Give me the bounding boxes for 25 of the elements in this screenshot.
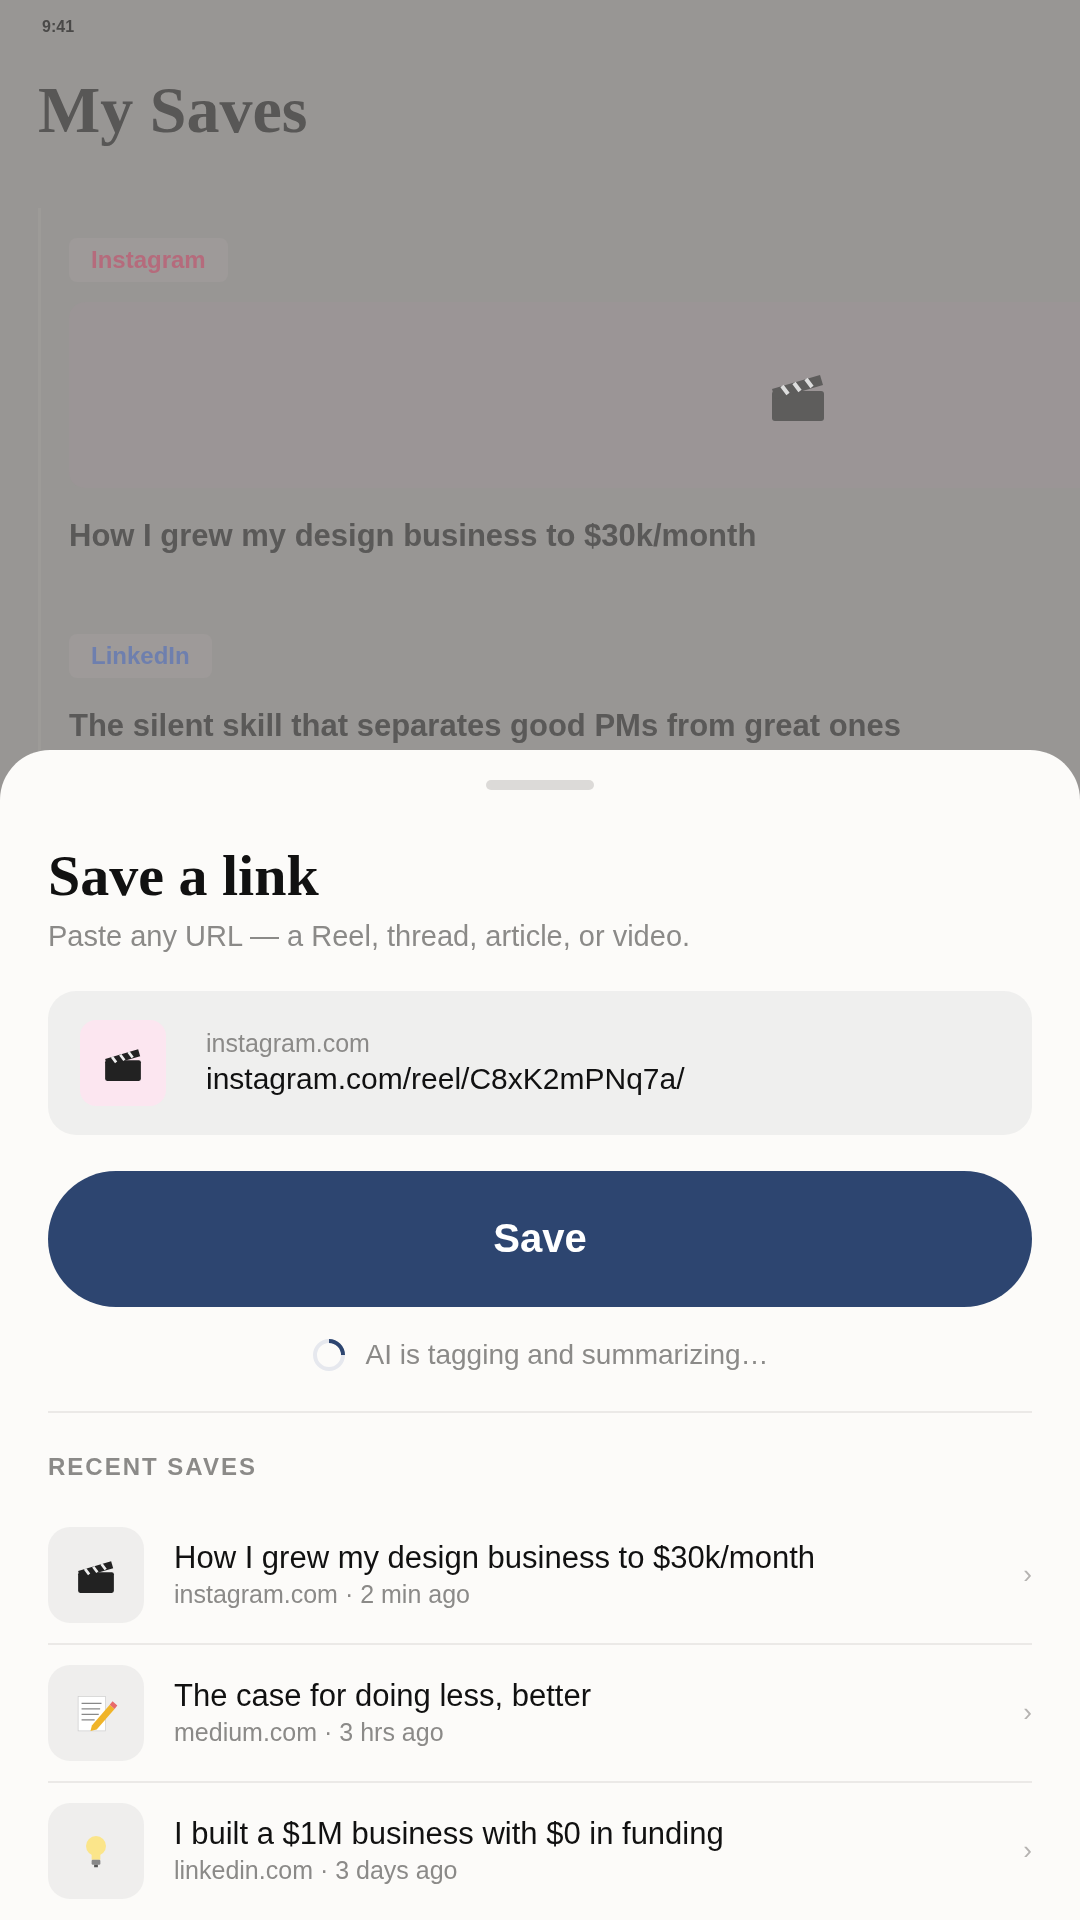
- link-domain: instagram.com: [206, 1029, 371, 1059]
- url-field[interactable]: instagram.com/reel/C8xK2mPNq7a/: [206, 1062, 1000, 1097]
- card-title: How I grew my design business to $30k/month: [69, 518, 757, 554]
- save-button[interactable]: Save: [48, 1170, 1032, 1307]
- status-time: 9:41: [41, 18, 76, 36]
- page-title: My Saves: [38, 72, 309, 148]
- status-text: AI is tagging and summarizing…: [365, 1338, 769, 1371]
- section-heading: RECENT SAVES: [48, 1452, 258, 1481]
- save-title: How I grew my design business to $30k/month: [174, 1540, 816, 1577]
- save-meta: medium.com · 3 hrs ago: [174, 1718, 445, 1748]
- save-title: I built a $1M business with $0 in funding: [174, 1816, 725, 1853]
- recent-save-item[interactable]: The case for doing less, better medium.com · 3 hrs ago ›: [48, 1644, 1032, 1783]
- chevron-icon: ›: [1023, 1697, 1032, 1729]
- card-title: The silent skill that separates good PMs from great ones: [69, 708, 902, 744]
- save-meta: instagram.com · 2 min ago: [174, 1580, 471, 1610]
- recent-save-item[interactable]: How I grew my design business to $30k/month instagram.com · 2 min ago ›: [48, 1506, 1032, 1645]
- chevron-icon: ›: [1023, 1835, 1032, 1867]
- sheet-handle[interactable]: [486, 780, 594, 790]
- recent-save-item[interactable]: I built a $1M business with $0 in funding linkedin.com · 3 days ago ›: [48, 1782, 1032, 1919]
- save-title: The case for doing less, better: [174, 1678, 592, 1715]
- sheet-subtitle: Paste any URL — a Reel, thread, article, or video.: [48, 919, 692, 953]
- save-meta: linkedin.com · 3 days ago: [174, 1856, 459, 1886]
- loading-spinner-icon: [311, 1336, 348, 1373]
- sheet-title: Save a link: [48, 844, 320, 908]
- chevron-icon: ›: [1023, 1559, 1032, 1591]
